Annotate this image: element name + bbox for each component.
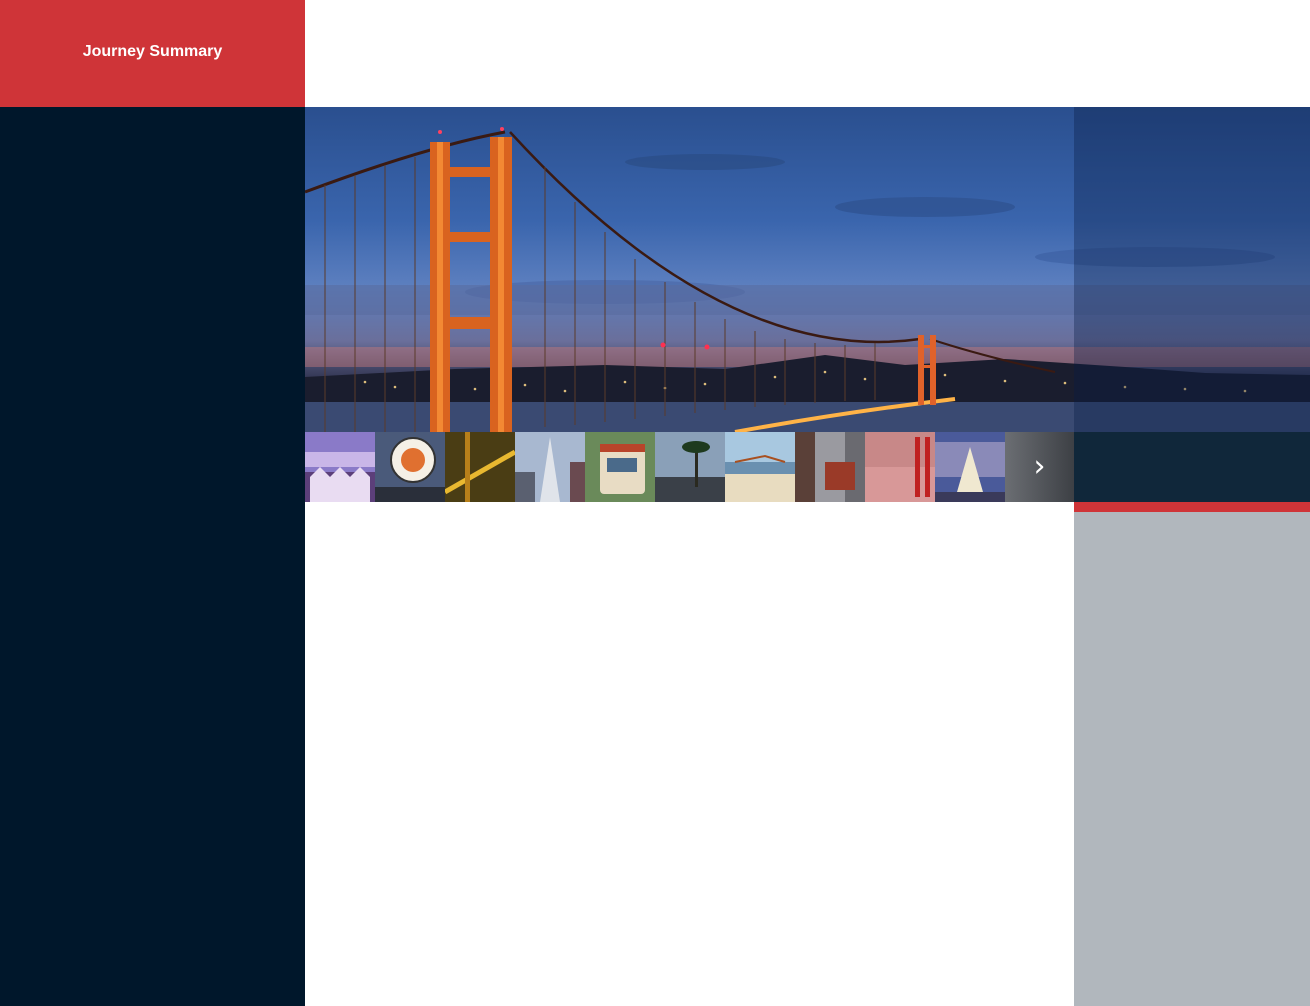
thumbnail-palm-trees-street[interactable]	[655, 432, 725, 502]
hero-image	[305, 107, 1310, 432]
gallery-next-button[interactable]: ›	[1005, 432, 1074, 502]
thumbnail-golden-gate-fog[interactable]	[865, 432, 935, 502]
right-panel	[1074, 512, 1310, 1006]
thumbnail-beach-bridge-view[interactable]	[725, 432, 795, 502]
thumbnail-cable-car[interactable]	[585, 432, 655, 502]
thumbnail-transamerica-pyramid[interactable]	[515, 432, 585, 502]
thumbnail-golden-gate-night[interactable]	[445, 432, 515, 502]
thumbnail-painted-ladies[interactable]	[305, 432, 375, 502]
thumbnail-strip	[305, 432, 1074, 502]
thumbnail-fishermans-wharf-sign[interactable]	[375, 432, 445, 502]
hero-overlay	[1074, 107, 1310, 432]
chevron-right-icon: ›	[1033, 449, 1046, 484]
journey-summary-title: Journey Summary	[82, 42, 223, 60]
sidebar-header: Journey Summary	[0, 0, 305, 107]
thumbnail-cable-car-street[interactable]	[795, 432, 865, 502]
right-accent-bar	[1074, 502, 1310, 512]
sidebar-panel	[0, 107, 305, 1006]
right-strip	[1074, 432, 1310, 502]
thumbnail-union-square-tree[interactable]	[935, 432, 1005, 502]
